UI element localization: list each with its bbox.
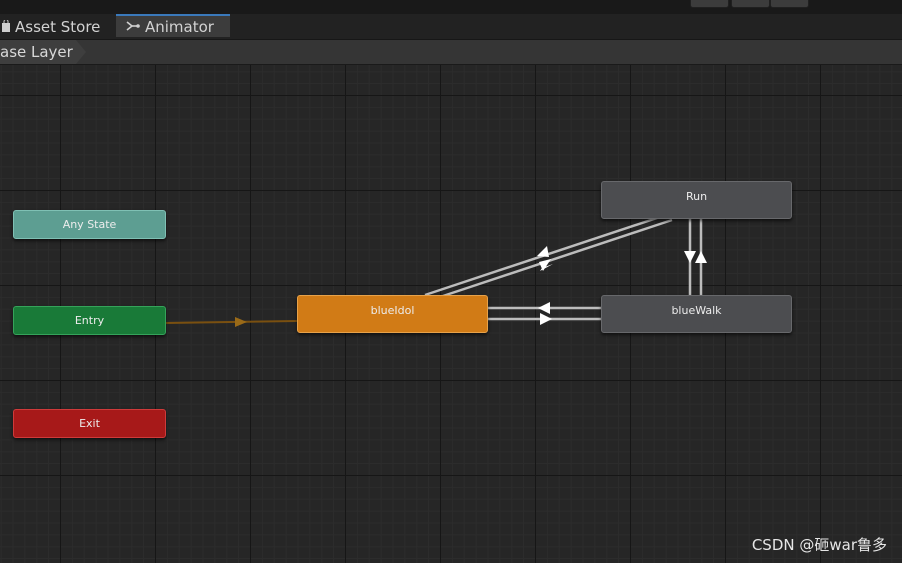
toolbar-button[interactable] [690, 0, 729, 8]
top-toolbar [0, 0, 902, 15]
state-label: Entry [74, 314, 105, 327]
tab-asset-store[interactable]: Asset Store [0, 14, 106, 39]
transition-entry-to-blueidol[interactable] [165, 320, 298, 324]
transition-arrow [235, 317, 247, 327]
state-run[interactable]: Run [601, 181, 792, 219]
state-entry[interactable]: Entry [13, 306, 166, 335]
bag-icon [2, 18, 10, 36]
state-label: blueWalk [671, 303, 722, 317]
state-label: Any State [62, 218, 117, 231]
toolbar-button[interactable] [770, 0, 809, 8]
state-label: Run [685, 189, 708, 203]
transition-run-to-blueidol[interactable] [436, 218, 673, 300]
transition-arrow [540, 313, 552, 325]
tab-animator[interactable]: Animator [116, 14, 230, 37]
tab-label: Asset Store [15, 17, 101, 36]
state-label: Exit [79, 417, 100, 430]
transition-arrow [695, 251, 707, 263]
state-bluewalk[interactable]: blueWalk [601, 295, 792, 333]
transition-arrow [684, 251, 696, 263]
transition-arrow [539, 259, 551, 271]
state-label: blueIdol [370, 303, 415, 317]
tab-bar: Asset Store Animator [0, 14, 902, 40]
breadcrumb-base-layer[interactable]: ase Layer [0, 40, 86, 64]
state-any-state[interactable]: Any State [13, 210, 166, 239]
breadcrumb: ase Layer [0, 40, 902, 65]
animator-graph[interactable]: Any State Entry Exit blueIdol Run blueWa… [0, 65, 902, 563]
toolbar-button[interactable] [731, 0, 770, 8]
animator-icon [126, 18, 140, 36]
state-blueidol[interactable]: blueIdol [297, 295, 488, 333]
tab-label: Animator [145, 17, 214, 36]
transition-arrow [538, 302, 550, 314]
state-exit[interactable]: Exit [13, 409, 166, 438]
transition-arrow [537, 246, 549, 257]
watermark: CSDN @砸war鲁多 [751, 536, 887, 554]
